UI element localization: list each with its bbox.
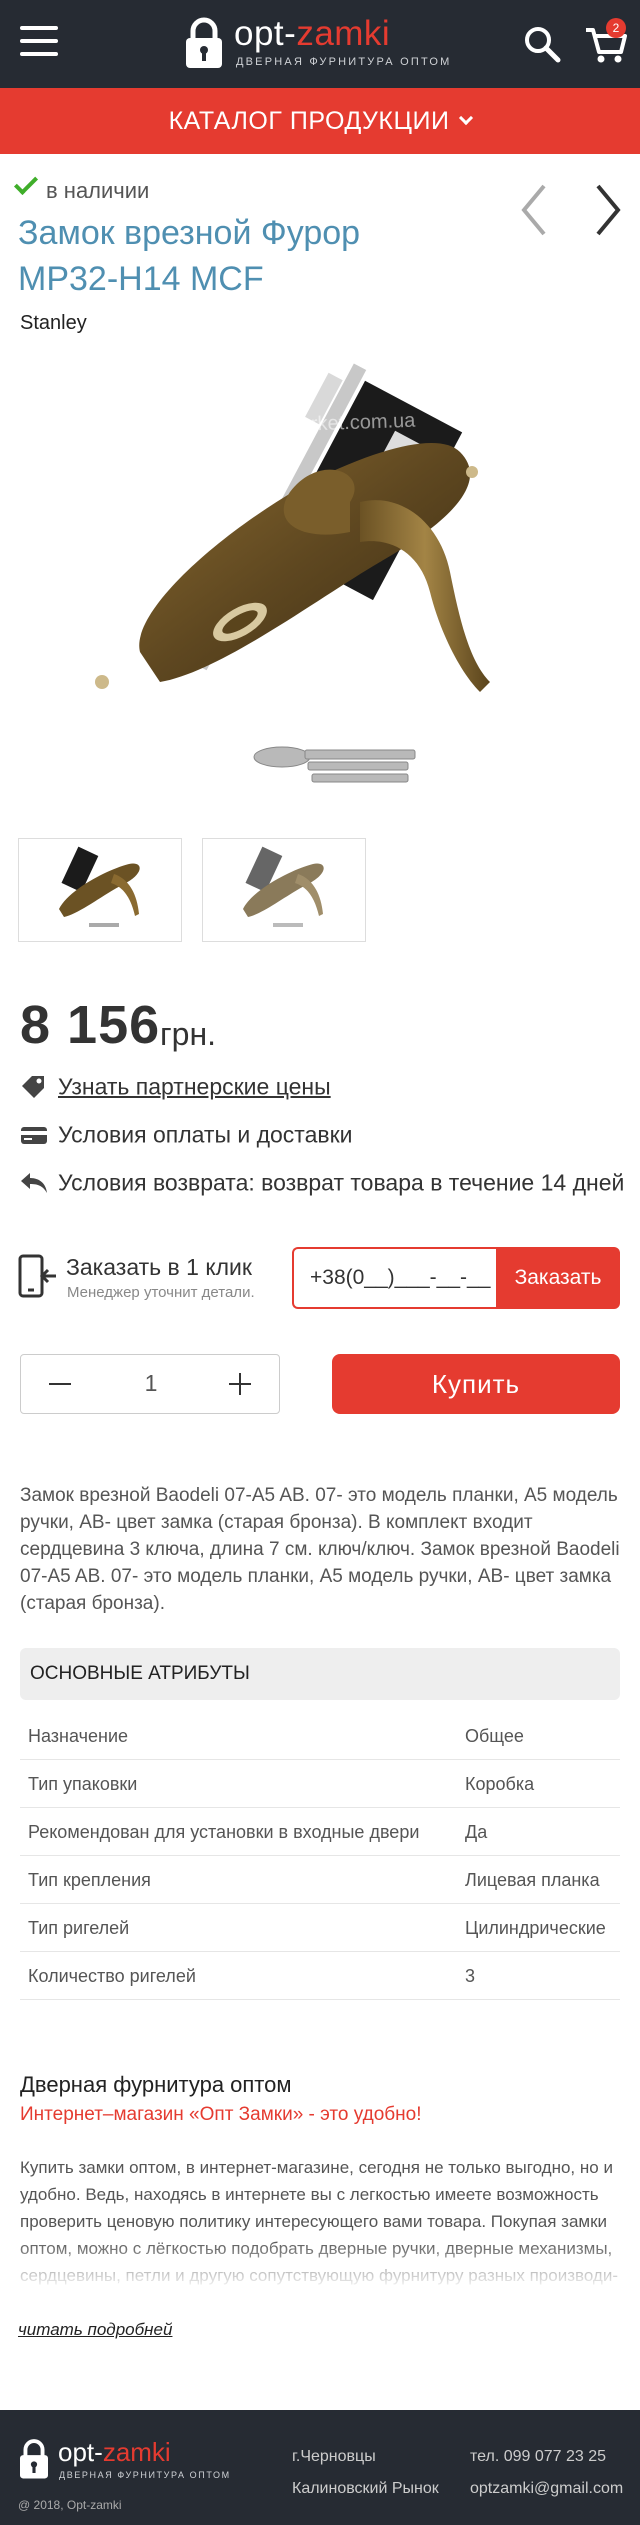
product-image[interactable]: zamki-market.com.ua (20, 352, 620, 828)
table-row: Рекомендован для установки в входные две… (20, 1808, 620, 1856)
prev-product-arrow-icon[interactable] (514, 180, 554, 240)
phone-input[interactable]: +38(0__)___-__-__ (292, 1247, 496, 1309)
return-icon (21, 1172, 47, 1193)
one-click-title: Заказать в 1 клик (66, 1254, 252, 1280)
attr-key: Рекомендован для установки в входные две… (28, 1822, 420, 1842)
check-icon (13, 170, 39, 196)
product-thumbnail[interactable] (202, 838, 366, 942)
copyright: @ 2018, Opt-zamki (18, 2498, 122, 2512)
info-label: Условия оплаты и доставки (58, 1121, 353, 1148)
attr-value: Да (465, 1822, 488, 1842)
attr-key: Назначение (28, 1726, 129, 1746)
footer-city: г.Черновцы (292, 2448, 376, 2465)
header: opt-zamki ДВЕРНАЯ ФУРНИТУРА ОПТОМ 2 (0, 0, 640, 88)
footer-phone[interactable]: тел. 099 077 23 25 (470, 2448, 606, 2466)
phone-icon (18, 1254, 56, 1298)
attr-key: Тип ригелей (28, 1918, 130, 1938)
next-product-arrow-icon[interactable] (588, 180, 628, 240)
product-brand: Stanley (20, 312, 87, 334)
search-icon[interactable] (522, 24, 562, 64)
footer-address: Калиновский Рынок (292, 2480, 439, 2497)
table-row: Тип упаковки Коробка (20, 1760, 620, 1808)
attr-value: Общее (465, 1726, 524, 1746)
catalog-label: КАТАЛОГ ПРОДУКЦИИ (168, 107, 450, 135)
return-policy-link[interactable]: Условия возврата: возврат товара в течен… (20, 1168, 624, 1196)
catalog-button[interactable]: КАТАЛОГ ПРОДУКЦИИ (0, 88, 640, 154)
cart-count-badge: 2 (606, 18, 626, 38)
quantity-stepper: 1 (20, 1354, 280, 1414)
footer: opt-zamki ДВЕРНАЯ ФУРНИТУРА ОПТОМ @ 2018… (0, 2410, 640, 2525)
menu-icon[interactable] (20, 26, 58, 58)
buy-button[interactable]: Купить (332, 1354, 620, 1414)
lock-icon (20, 2439, 48, 2479)
attr-key: Тип упаковки (28, 1774, 138, 1794)
attr-value: Лицевая планка (465, 1870, 600, 1890)
attr-value: 3 (465, 1966, 476, 1986)
plus-icon[interactable] (239, 1373, 241, 1395)
table-row: Количество ригелей 3 (20, 1952, 620, 2000)
payment-delivery-link[interactable]: Условия оплаты и доставки (20, 1120, 353, 1148)
quantity-value[interactable]: 1 (121, 1370, 181, 1397)
info-label: Условия возврата: возврат товара в течен… (58, 1169, 625, 1196)
attributes-heading: ОСНОВНЫЕ АТРИБУТЫ (20, 1648, 620, 1700)
product-title: Замок врезной Фурор MP32-H14 MCF (18, 214, 361, 298)
attr-key: Тип крепления (28, 1870, 151, 1890)
attr-value: Цилиндрические (465, 1918, 606, 1938)
table-row: Тип ригелей Цилиндрические (20, 1904, 620, 1952)
product-price: 8 156 (20, 995, 161, 1055)
seo-subtitle: Интернет–магазин «Опт Замки» - это удобн… (20, 2104, 422, 2125)
table-row: Тип крепления Лицевая планка (20, 1856, 620, 1904)
footer-logo[interactable]: opt-zamki ДВЕРНАЯ ФУРНИТУРА ОПТОМ (18, 2434, 238, 2484)
read-more-link[interactable]: читать подробней (18, 2320, 172, 2340)
product-description: Замок врезной Baodeli 07-A5 AB. 07- это … (20, 1485, 620, 1614)
footer-email[interactable]: optzamki@gmail.com (470, 2480, 623, 2498)
logo-text: opt-zamki (234, 14, 391, 53)
seo-title: Дверная фурнитура оптом (20, 2072, 292, 2097)
tag-icon (22, 1075, 44, 1098)
stock-label: в наличии (46, 178, 150, 203)
product-thumbnail[interactable] (18, 838, 182, 942)
footer-logo-text: opt-zamki (58, 2437, 171, 2467)
attr-key: Количество ригелей (28, 1966, 196, 1986)
logo-tagline: ДВЕРНАЯ ФУРНИТУРА ОПТОМ (236, 56, 452, 68)
price-currency: грн. (160, 1016, 217, 1052)
minus-icon[interactable] (49, 1383, 71, 1385)
credit-card-icon (21, 1126, 47, 1144)
footer-logo-tagline: ДВЕРНАЯ ФУРНИТУРА ОПТОМ (59, 2470, 231, 2480)
one-click-subtitle: Менеджер уточнит детали. (67, 1284, 255, 1301)
partner-prices-link[interactable]: Узнать партнерские цены (20, 1072, 331, 1100)
attributes-table: Назначение Общее Тип упаковки Коробка Реко… (20, 1712, 620, 2000)
stock-status: в наличии (13, 170, 150, 204)
info-label: Узнать партнерские цены (58, 1073, 331, 1100)
order-button[interactable]: Заказать (496, 1247, 620, 1309)
text-fade-overlay (20, 2240, 620, 2290)
logo[interactable]: opt-zamki ДВЕРНАЯ ФУРНИТУРА ОПТОМ (184, 14, 454, 74)
chevron-down-icon (459, 110, 474, 126)
table-row: Назначение Общее (20, 1712, 620, 1760)
attr-value: Коробка (465, 1774, 535, 1794)
lock-icon (186, 17, 222, 68)
